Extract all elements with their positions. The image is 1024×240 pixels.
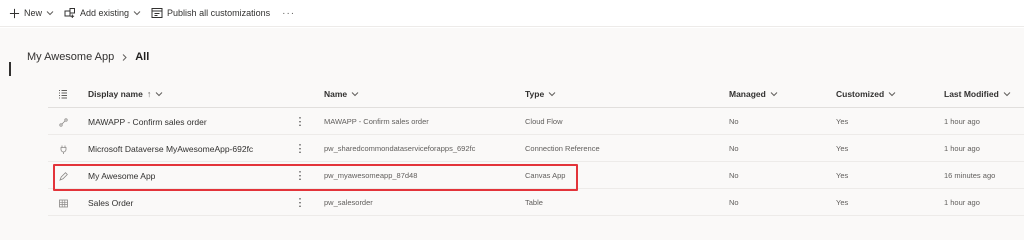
column-header-name[interactable]: Name [324,80,359,108]
column-header-last-modified[interactable]: Last Modified [944,80,1011,108]
breadcrumb-current: All [135,51,150,63]
row-type: Canvas App [525,171,566,180]
plus-icon [8,7,20,19]
row-more-button[interactable]: ⋮ [293,141,307,155]
row-customized: Yes [836,144,849,153]
row-managed: No [729,198,739,207]
chevron-down-icon [548,90,556,98]
plug-icon [58,144,68,154]
row-last-modified: 1 hour ago [944,144,980,153]
chevron-right-icon [120,53,129,62]
row-type: Cloud Flow [525,117,563,126]
table-row[interactable]: MAWAPP - Confirm sales order ⋮ MAWAPP - … [48,108,1024,135]
table-row[interactable]: Sales Order ⋮ pw_salesorder Table No Yes… [48,189,1024,216]
row-name: pw_myawesomeapp_87d48 [324,171,418,180]
table-row[interactable]: Microsoft Dataverse MyAwesomeApp-692fc ⋮… [48,135,1024,162]
nav-selection-indicator [9,62,11,76]
row-display-name[interactable]: MAWAPP - Confirm sales order [88,108,207,135]
row-type: Table [525,198,543,207]
breadcrumb-app-link[interactable]: My Awesome App [27,51,114,63]
solution-components-grid: Display name ↑ Name Type Managed Customi… [48,80,1024,216]
column-display-name-label: Display name [88,89,143,99]
breadcrumb: My Awesome App All [27,51,149,63]
row-customized: Yes [836,117,849,126]
publish-icon [151,7,163,19]
new-button[interactable]: New [8,3,54,23]
add-existing-icon [64,7,76,19]
row-last-modified: 1 hour ago [944,198,980,207]
more-commands-button[interactable]: ··· [282,8,295,19]
row-display-name[interactable]: Sales Order [88,189,133,216]
column-managed-label: Managed [729,89,766,99]
table-row[interactable]: My Awesome App ⋮ pw_myawesomeapp_87d48 C… [48,162,1024,189]
chevron-down-icon [888,90,896,98]
file-type-icon [58,80,68,108]
row-display-name[interactable]: Microsoft Dataverse MyAwesomeApp-692fc [88,135,253,162]
chevron-down-icon [1003,90,1011,98]
table-icon [58,198,68,208]
row-name: pw_salesorder [324,198,373,207]
new-button-label: New [24,8,43,18]
column-header-managed[interactable]: Managed [729,80,778,108]
command-bar: New Add existing Publish all customizati… [0,0,1024,27]
column-type-label: Type [525,89,545,99]
row-last-modified: 16 minutes ago [944,171,996,180]
add-existing-label: Add existing [80,8,130,18]
flow-icon [58,117,68,127]
publish-all-label: Publish all customizations [167,8,271,18]
publish-all-button[interactable]: Publish all customizations [151,3,270,23]
grid-header: Display name ↑ Name Type Managed Customi… [48,80,1024,108]
add-existing-button[interactable]: Add existing [64,3,141,23]
column-last-modified-label: Last Modified [944,89,999,99]
row-customized: Yes [836,198,849,207]
row-managed: No [729,171,739,180]
sort-ascending-icon: ↑ [146,89,152,99]
row-last-modified: 1 hour ago [944,117,980,126]
row-managed: No [729,117,739,126]
column-name-label: Name [324,89,348,99]
row-more-button[interactable]: ⋮ [293,195,307,209]
column-header-display-name[interactable]: Display name ↑ [88,80,163,108]
chevron-down-icon [351,90,359,98]
column-header-customized[interactable]: Customized [836,80,896,108]
row-type: Connection Reference [525,144,600,153]
chevron-down-icon [133,9,141,17]
pencil-icon [58,171,68,181]
row-managed: No [729,144,739,153]
chevron-down-icon [770,90,778,98]
row-name: MAWAPP - Confirm sales order [324,117,429,126]
row-name: pw_sharedcommondataserviceforapps_692fc [324,144,476,153]
row-more-button[interactable]: ⋮ [293,168,307,182]
column-header-type[interactable]: Type [525,80,556,108]
row-customized: Yes [836,171,849,180]
row-more-button[interactable]: ⋮ [293,114,307,128]
chevron-down-icon [155,90,163,98]
chevron-down-icon [46,9,54,17]
column-customized-label: Customized [836,89,885,99]
row-display-name[interactable]: My Awesome App [88,162,155,189]
